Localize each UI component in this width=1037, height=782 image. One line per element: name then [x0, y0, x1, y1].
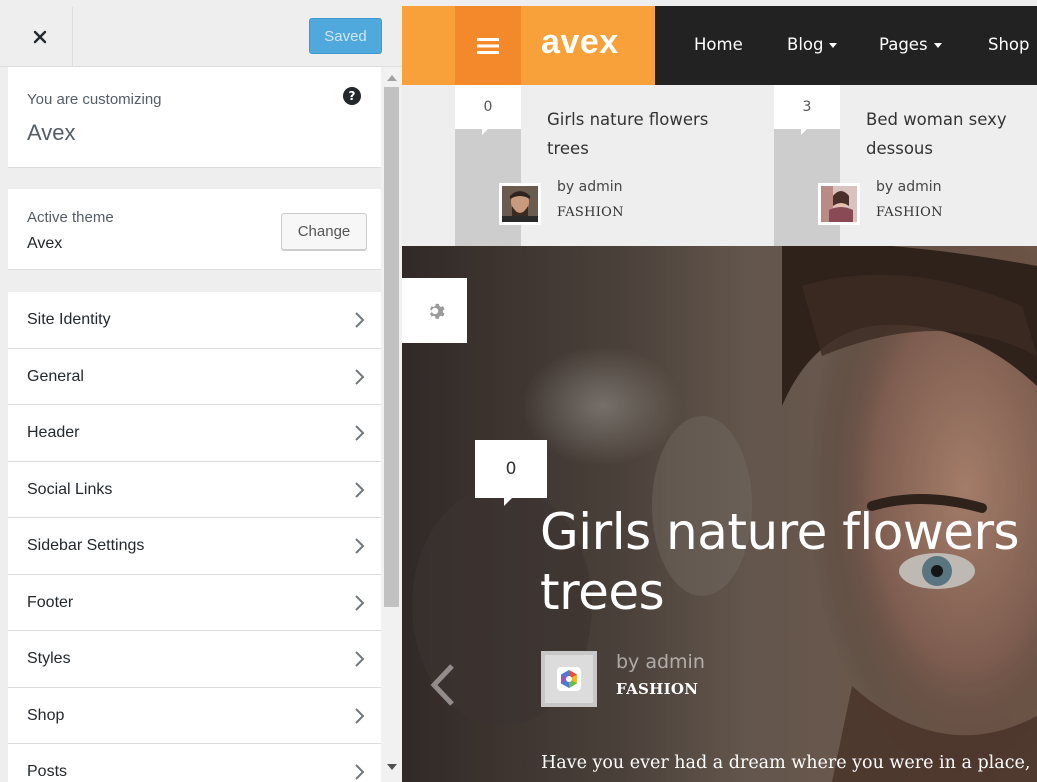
- chevron-right-icon: [355, 594, 365, 611]
- nav-blog[interactable]: Blog: [787, 35, 838, 54]
- customizer-panel: Saved You are customizing Avex ? Active …: [0, 0, 402, 782]
- nav-label: Pages: [879, 35, 928, 54]
- nav-label: Blog: [787, 35, 824, 54]
- site-name: Avex: [27, 120, 76, 145]
- comment-count[interactable]: 3: [774, 85, 840, 129]
- chevron-right-icon: [355, 651, 365, 667]
- scroll-up-arrow[interactable]: [387, 75, 397, 81]
- section-general[interactable]: General: [8, 348, 381, 405]
- change-theme-button[interactable]: Change: [281, 213, 367, 250]
- chevron-right-icon: [355, 312, 365, 328]
- caret-down-icon: [933, 43, 942, 48]
- hero-slider: 0 Girls nature flowers trees by admin FA…: [402, 246, 1037, 782]
- settings-gear-button[interactable]: [402, 278, 467, 343]
- comment-count-tail: [482, 129, 488, 135]
- section-label: Footer: [27, 593, 74, 611]
- active-theme-label: Active theme: [27, 209, 114, 226]
- section-sidebar-settings[interactable]: Sidebar Settings: [8, 518, 381, 575]
- ticker-post-title[interactable]: Bed woman sexy dessous: [866, 105, 1036, 163]
- author-avatar: [499, 183, 541, 225]
- chevron-left-icon[interactable]: [428, 662, 458, 708]
- section-label: Social Links: [27, 480, 113, 498]
- section-label: Styles: [27, 650, 71, 667]
- scrollbar-thumb[interactable]: [384, 87, 399, 607]
- man-portrait-icon: [502, 186, 538, 222]
- hero-author[interactable]: by admin: [616, 651, 705, 673]
- section-header[interactable]: Header: [8, 405, 381, 462]
- nav-label: Shop: [988, 35, 1030, 54]
- site-logo[interactable]: avex: [541, 23, 619, 62]
- post-ticker: 0 Girls nature flowers trees by admin FA…: [402, 85, 1037, 246]
- site-header: avex Home Blog Pages Shop: [402, 6, 1037, 85]
- section-label: Shop: [27, 706, 65, 724]
- caret-down-icon: [829, 43, 838, 48]
- woman-portrait-icon: [821, 186, 857, 222]
- section-footer[interactable]: Footer: [8, 574, 381, 631]
- close-customizer-button[interactable]: [8, 7, 73, 66]
- chevron-right-icon: [355, 368, 365, 385]
- section-shop[interactable]: Shop: [8, 687, 381, 744]
- section-site-identity[interactable]: Site Identity: [8, 292, 381, 349]
- hero-post-title[interactable]: Girls nature flowers trees: [540, 502, 1020, 622]
- customizing-label: You are customizing: [27, 91, 162, 108]
- section-posts[interactable]: Posts: [8, 744, 381, 782]
- comment-count-tail: [504, 498, 512, 506]
- nav-pages[interactable]: Pages: [879, 35, 942, 54]
- customizing-info: You are customizing Avex ?: [8, 67, 381, 168]
- section-label: General: [27, 367, 84, 385]
- main-navigation: Home Blog Pages Shop: [655, 6, 1037, 85]
- ticker-category[interactable]: FASHION: [557, 205, 624, 220]
- chevron-right-icon: [355, 538, 365, 554]
- menu-toggle-button[interactable]: [455, 6, 521, 85]
- sidebar-scrollbar[interactable]: [381, 67, 402, 782]
- hero-comment-count[interactable]: 0: [475, 440, 547, 498]
- close-icon: [33, 30, 47, 43]
- ticker-author[interactable]: by admin: [876, 179, 942, 195]
- section-social-links[interactable]: Social Links: [8, 461, 381, 518]
- section-label: Sidebar Settings: [27, 537, 145, 554]
- active-theme-name: Avex: [27, 235, 63, 252]
- customizer-header: Saved: [0, 0, 402, 67]
- section-label: Header: [27, 424, 80, 441]
- section-label: Site Identity: [27, 311, 111, 328]
- help-icon[interactable]: ?: [343, 87, 361, 105]
- site-preview: avex Home Blog Pages Shop 0 Girls nature…: [402, 0, 1037, 782]
- hamburger-icon: [477, 37, 499, 54]
- comment-count-tail: [801, 129, 807, 135]
- chevron-right-icon: [355, 481, 365, 498]
- hero-category[interactable]: FASHION: [616, 680, 698, 698]
- nav-shop[interactable]: Shop: [988, 35, 1030, 54]
- nav-label: Home: [694, 35, 743, 54]
- hero-excerpt: Have you ever had a dream where you were…: [541, 753, 1031, 773]
- comment-count[interactable]: 0: [455, 85, 521, 129]
- ticker-post-title[interactable]: Girls nature flowers trees: [547, 105, 747, 163]
- chevron-right-icon: [355, 764, 365, 780]
- scroll-down-arrow[interactable]: [387, 764, 397, 770]
- section-styles[interactable]: Styles: [8, 631, 381, 688]
- colorful-logo-icon: [557, 667, 581, 691]
- ticker-author[interactable]: by admin: [557, 179, 623, 195]
- hero-author-avatar: [541, 651, 597, 707]
- customizer-sections-scroll[interactable]: You are customizing Avex ? Active theme …: [8, 67, 381, 782]
- author-avatar: [818, 183, 860, 225]
- gear-icon: [429, 303, 445, 319]
- section-label: Posts: [27, 763, 68, 780]
- saved-button[interactable]: Saved: [309, 18, 382, 54]
- ticker-category[interactable]: FASHION: [876, 205, 943, 220]
- section-list: Site Identity General Header Social Link…: [8, 292, 381, 782]
- chevron-right-icon: [355, 425, 365, 441]
- chevron-right-icon: [355, 707, 365, 724]
- active-theme-panel: Active theme Avex Change: [8, 189, 381, 270]
- nav-home[interactable]: Home: [694, 35, 743, 54]
